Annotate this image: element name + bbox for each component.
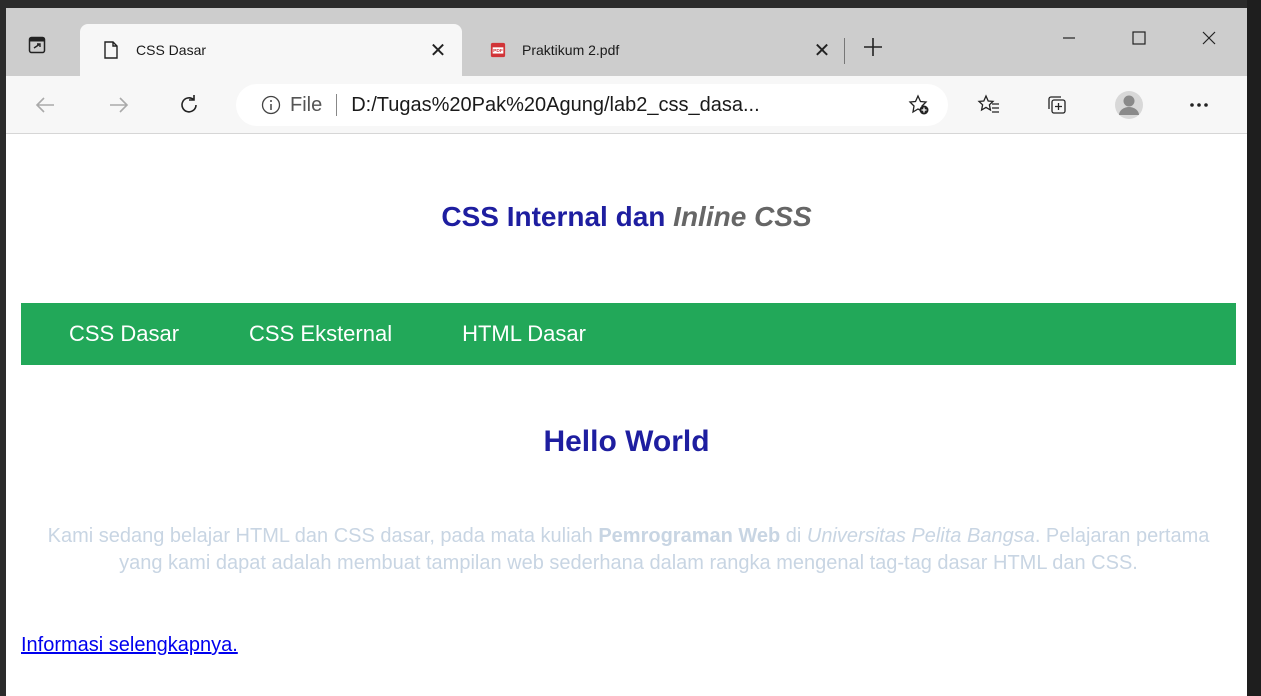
tab-title: CSS Dasar — [136, 42, 207, 58]
paragraph-bold: Pemrograman Web — [598, 525, 781, 547]
pdf-icon: PDF — [490, 41, 506, 59]
refresh-icon[interactable] — [172, 88, 206, 122]
url-text[interactable]: D:/Tugas%20Pak%20Agung/lab2_css_dasa... — [351, 94, 904, 117]
nav-item-html-dasar[interactable]: HTML Dasar — [462, 321, 586, 347]
paragraph-italic: Universitas Pelita Bangsa — [806, 525, 1035, 547]
new-tab-icon[interactable] — [858, 32, 888, 62]
back-icon[interactable] — [28, 88, 62, 122]
intro-paragraph: Kami sedang belajar HTML dan CSS dasar, … — [36, 523, 1221, 577]
page-title: CSS Internal dan Inline CSS — [6, 201, 1247, 233]
more-options-icon[interactable] — [1182, 88, 1216, 122]
file-label: File — [290, 93, 323, 116]
close-icon[interactable]: ✕ — [424, 36, 452, 64]
tab-divider — [844, 38, 845, 64]
tab-actions-icon[interactable] — [26, 34, 48, 56]
window-close-icon[interactable] — [1186, 18, 1232, 58]
forward-icon[interactable] — [102, 88, 136, 122]
minimize-icon[interactable] — [1046, 18, 1092, 58]
address-bar[interactable]: File D:/Tugas%20Pak%20Agung/lab2_css_das… — [236, 84, 948, 126]
paragraph-text: Kami sedang belajar HTML dan CSS dasar, … — [47, 525, 599, 547]
page-title-main: CSS Internal dan — [441, 201, 674, 232]
info-icon[interactable] — [260, 94, 282, 116]
page-content: CSS Internal dan Inline CSS CSS Dasar CS… — [6, 135, 1247, 696]
navigation-bar: CSS Dasar CSS Eksternal HTML Dasar — [21, 303, 1236, 365]
close-icon[interactable]: ✕ — [808, 36, 836, 64]
more-info-link[interactable]: Informasi selengkapnya. — [21, 634, 238, 657]
maximize-icon[interactable] — [1116, 18, 1162, 58]
nav-item-css-dasar[interactable]: CSS Dasar — [69, 321, 179, 347]
page-icon — [104, 41, 120, 59]
collections-icon[interactable] — [1040, 88, 1074, 122]
profile-avatar-icon[interactable] — [1112, 88, 1146, 122]
add-favorite-icon[interactable] — [904, 90, 934, 120]
tab-strip: CSS Dasar ✕ PDF Praktikum 2.pdf ✕ — [6, 8, 1247, 76]
nav-item-css-eksternal[interactable]: CSS Eksternal — [249, 321, 392, 347]
desktop-edge-right — [1247, 0, 1261, 696]
browser-toolbar: File D:/Tugas%20Pak%20Agung/lab2_css_das… — [6, 76, 1247, 134]
favorites-icon[interactable] — [972, 88, 1006, 122]
address-divider — [336, 94, 338, 116]
tab-title: Praktikum 2.pdf — [522, 42, 620, 58]
svg-text:PDF: PDF — [493, 48, 503, 54]
paragraph-text: di — [780, 525, 807, 547]
page-title-italic: Inline CSS — [673, 201, 812, 232]
hello-heading: Hello World — [543, 425, 710, 458]
browser-window: CSS Dasar ✕ PDF Praktikum 2.pdf ✕ File D… — [6, 8, 1247, 696]
tab-praktikum-pdf[interactable]: PDF Praktikum 2.pdf ✕ — [466, 24, 846, 76]
tab-css-dasar[interactable]: CSS Dasar ✕ — [80, 24, 462, 76]
